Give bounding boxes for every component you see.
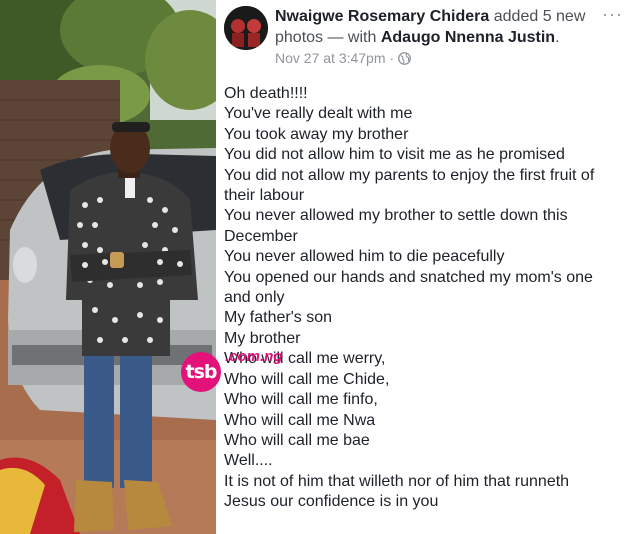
- ellipsis-icon[interactable]: ···: [602, 4, 623, 25]
- post-line: You did not allow him to visit me as he …: [224, 146, 565, 164]
- meta-separator: ·: [389, 50, 395, 66]
- post-meta: Nov 27 at 3:47pm ·: [275, 50, 412, 66]
- author-name[interactable]: Nwaigwe Rosemary Chidera: [275, 8, 489, 25]
- watermark-logo: tsb: [181, 352, 221, 392]
- post-photo[interactable]: [0, 0, 216, 534]
- timestamp[interactable]: Nov 27 at 3:47pm: [275, 50, 386, 66]
- post-line: and only: [224, 289, 285, 307]
- post-line: December: [224, 227, 298, 245]
- avatar-image: [224, 6, 268, 50]
- post-line: It is not of him that willeth nor of him…: [224, 472, 570, 490]
- post-line: You never allowed my brother to settle d…: [224, 207, 568, 225]
- post-line: their labour: [224, 187, 305, 205]
- post-line: Who will call me bae: [224, 431, 370, 449]
- post-body: Oh death!!!! You've really dealt with me Y…: [224, 84, 624, 513]
- tagged-name[interactable]: Adaugo Nnenna Justin: [381, 29, 555, 46]
- avatar[interactable]: [224, 6, 268, 50]
- tagged-suffix: .: [555, 29, 560, 46]
- post-line: You did not allow my parents to enjoy th…: [224, 166, 595, 184]
- post-line: You took away my brother: [224, 125, 409, 143]
- post-panel: Nwaigwe Rosemary Chidera added 5 new pho…: [216, 0, 629, 534]
- post-line: You opened our hands and snatched my mom…: [224, 268, 593, 286]
- post-line: You've really dealt with me: [224, 105, 413, 123]
- post-header: Nwaigwe Rosemary Chidera added 5 new pho…: [275, 6, 605, 48]
- globe-icon[interactable]: [398, 51, 412, 65]
- post-line: My father's son: [224, 309, 332, 327]
- watermark: tsb .com.ng: [181, 346, 291, 392]
- photo-illustration: [0, 0, 216, 534]
- post-line: Who will call me finfo,: [224, 391, 378, 409]
- post-line: Well....: [224, 452, 273, 470]
- post-line: You never allowed him to die peacefully: [224, 248, 505, 266]
- post-line: Jesus our confidence is in you: [224, 493, 439, 511]
- post-line: Who will call me Nwa: [224, 411, 376, 429]
- watermark-domain: .com.ng: [225, 348, 283, 365]
- post-line: Oh death!!!!: [224, 85, 308, 102]
